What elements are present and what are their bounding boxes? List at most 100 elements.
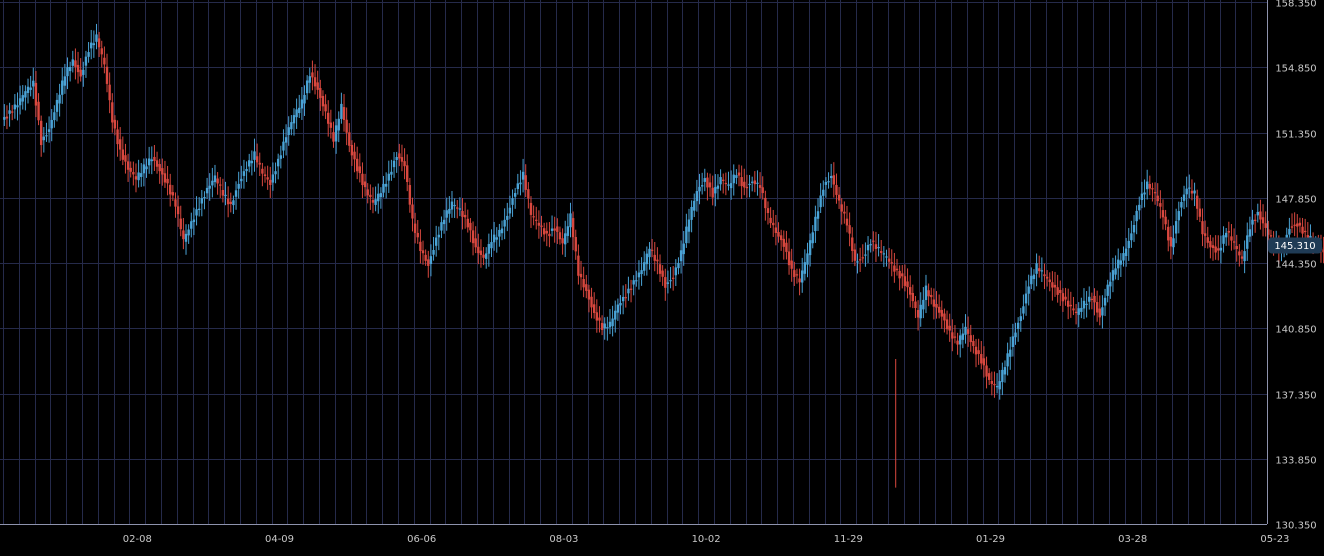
candle-body — [305, 80, 309, 94]
candle-body — [577, 255, 580, 276]
y-tick-label: 133.850 — [1275, 456, 1316, 467]
y-tick-label: 140.850 — [1275, 325, 1316, 336]
candle-body — [737, 172, 741, 176]
candle-body — [319, 88, 322, 98]
candle-body — [271, 174, 275, 183]
candle-body — [500, 228, 504, 234]
candle-body — [176, 206, 180, 215]
candle-body — [690, 206, 693, 220]
candle-body — [832, 175, 836, 185]
candle-body — [948, 325, 951, 331]
candle-body — [1222, 235, 1225, 244]
candle-body — [1114, 268, 1117, 275]
candle-body — [945, 319, 949, 330]
candle-body — [182, 230, 185, 240]
candle-body — [461, 211, 464, 217]
candle-body — [1206, 237, 1209, 243]
candle-body — [287, 127, 290, 135]
candle-body — [47, 129, 51, 132]
candle-body — [1290, 226, 1294, 228]
candle-body — [1209, 241, 1212, 248]
candle-body — [827, 181, 830, 183]
candle-body — [1093, 295, 1096, 303]
candle-body — [608, 321, 612, 328]
candle-body — [724, 182, 728, 185]
candle-body — [408, 185, 412, 205]
candle-body — [18, 98, 22, 106]
candle-body — [732, 174, 735, 184]
candle-body — [779, 235, 783, 241]
candle-body — [706, 177, 709, 188]
candle-body — [982, 358, 986, 366]
candle-body — [1296, 223, 1299, 227]
candle-body — [161, 168, 164, 175]
candle-body — [527, 189, 530, 199]
candle-body — [1072, 308, 1075, 311]
candle-body — [90, 42, 93, 49]
candle-body — [353, 151, 356, 160]
candle-body — [482, 254, 485, 258]
candle-body — [1122, 253, 1125, 261]
candle-body — [1043, 274, 1046, 277]
candle-body — [445, 210, 448, 218]
candle-body — [629, 288, 633, 290]
candle-body — [1066, 300, 1070, 307]
candle-body — [1003, 367, 1007, 375]
candle-body — [26, 86, 30, 93]
candle-body — [1095, 302, 1099, 313]
candle-body — [142, 164, 146, 174]
candle-body — [930, 294, 933, 298]
candle-body — [956, 340, 959, 345]
candle-body — [324, 104, 327, 112]
candle-body — [1193, 190, 1196, 194]
candle-body — [463, 214, 467, 218]
candle-body — [234, 190, 238, 197]
last-price-tag: 145.310 — [1268, 237, 1322, 254]
candle-body — [121, 149, 125, 160]
y-tick-label: 130.350 — [1275, 521, 1316, 532]
candle-body — [743, 181, 746, 188]
candle-body — [866, 244, 870, 251]
candle-body — [521, 171, 525, 180]
candle-body — [453, 204, 456, 207]
candle-body — [448, 208, 451, 214]
candle-body — [16, 105, 19, 108]
candle-body — [303, 94, 306, 104]
candle-body — [548, 233, 551, 237]
candle-body — [1048, 279, 1051, 283]
candle-body — [585, 284, 588, 291]
candle-body — [916, 310, 920, 318]
candle-body — [158, 164, 161, 172]
candle-body — [163, 173, 167, 183]
candle-body — [87, 52, 90, 57]
candle-body — [592, 304, 596, 313]
candle-body — [695, 191, 699, 202]
candle-body — [924, 285, 928, 301]
candle-body — [1127, 240, 1130, 249]
candle-body — [1293, 224, 1296, 226]
candle-body — [11, 111, 14, 113]
candle-body — [295, 109, 298, 118]
candle-body — [92, 43, 96, 46]
candle-body — [766, 208, 770, 214]
candle-body — [292, 115, 296, 124]
candle-body — [240, 178, 243, 182]
candle-body — [3, 117, 6, 120]
candle-body — [411, 204, 414, 219]
candle-body — [279, 155, 283, 159]
candle-body — [1151, 188, 1154, 190]
candle-body — [1119, 260, 1123, 265]
candle-body — [679, 250, 683, 262]
candle-body — [332, 132, 335, 142]
candle-body — [129, 167, 132, 172]
candle-body — [53, 112, 56, 121]
candle-body — [932, 299, 936, 307]
candle-body — [1203, 233, 1207, 236]
candle-body — [61, 80, 64, 95]
candle-body — [487, 243, 491, 254]
candle-body — [313, 77, 317, 87]
candle-body — [714, 187, 717, 194]
candle-body — [71, 59, 74, 66]
candle-body — [384, 183, 388, 187]
candle-body — [927, 290, 930, 297]
